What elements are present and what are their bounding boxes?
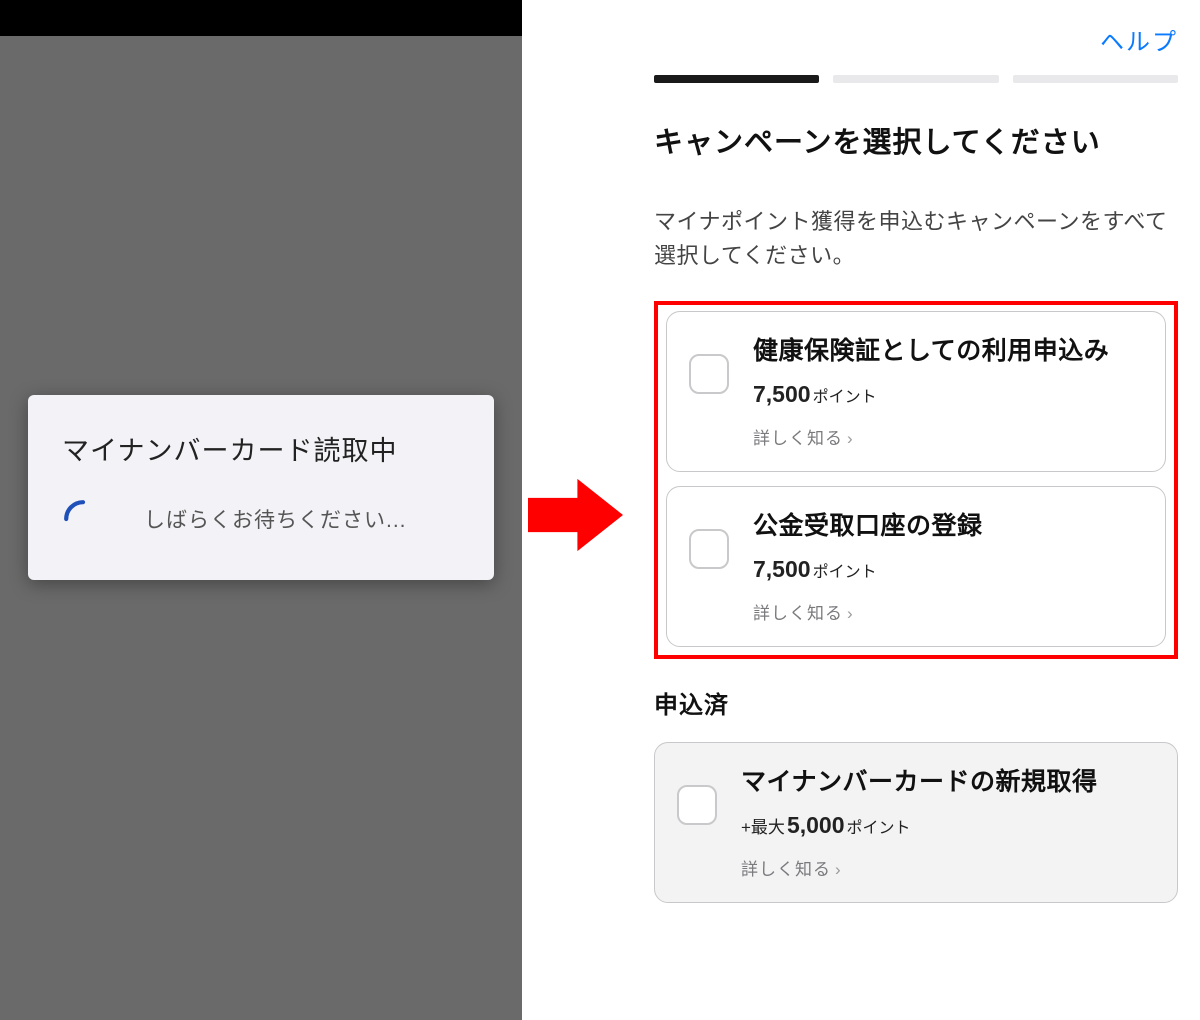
option-body: 健康保険証としての利用申込み 7,500ポイント 詳しく知る› xyxy=(753,334,1143,449)
points-value: 5,000 xyxy=(787,812,845,838)
right-screen: ヘルプ キャンペーンを選択してください マイナポイント獲得を申込むキャンペーンを… xyxy=(632,0,1200,1020)
completed-section-label: 申込済 xyxy=(654,685,1178,720)
page-title: キャンペーンを選択してください xyxy=(654,119,1178,161)
loading-row: しばらくお待ちください... xyxy=(62,498,460,540)
option-points: 7,500ポイント xyxy=(753,556,1143,583)
chevron-right-icon: › xyxy=(847,604,854,623)
option-title: 健康保険証としての利用申込み xyxy=(753,334,1143,369)
progress-step-1 xyxy=(654,75,819,83)
page-description: マイナポイント獲得を申込むキャンペーンをすべて選択してください。 xyxy=(654,205,1178,273)
progress-indicator xyxy=(654,75,1178,83)
learn-more-link[interactable]: 詳しく知る› xyxy=(741,855,1155,880)
arrow-right-icon xyxy=(525,475,625,555)
option-title: 公金受取口座の登録 xyxy=(753,509,1143,544)
help-link[interactable]: ヘルプ xyxy=(1100,22,1178,57)
option-points: 7,500ポイント xyxy=(753,381,1143,408)
option-points: +最大5,000ポイント xyxy=(741,812,1155,839)
left-screen: マイナンバーカード読取中 しばらくお待ちください... xyxy=(0,0,522,1020)
loading-subtext: しばらくお待ちください... xyxy=(144,504,407,534)
option-title: マイナンバーカードの新規取得 xyxy=(741,765,1155,800)
learn-more-link[interactable]: 詳しく知る› xyxy=(753,424,1143,449)
campaign-option-new-card[interactable]: マイナンバーカードの新規取得 +最大5,000ポイント 詳しく知る› xyxy=(654,742,1178,903)
progress-step-2 xyxy=(833,75,998,83)
checkbox[interactable] xyxy=(689,529,729,569)
learn-more-label: 詳しく知る xyxy=(753,604,843,623)
chevron-right-icon: › xyxy=(835,860,842,879)
highlighted-options: 健康保険証としての利用申込み 7,500ポイント 詳しく知る› 公金受取口座の登… xyxy=(654,301,1178,659)
progress-step-3 xyxy=(1013,75,1178,83)
campaign-option-bank-account[interactable]: 公金受取口座の登録 7,500ポイント 詳しく知る› xyxy=(666,486,1166,647)
checkbox[interactable] xyxy=(677,785,717,825)
points-value: 7,500 xyxy=(753,381,811,407)
campaign-option-health-insurance[interactable]: 健康保険証としての利用申込み 7,500ポイント 詳しく知る› xyxy=(666,311,1166,472)
header-row: ヘルプ xyxy=(654,0,1178,75)
points-prefix: +最大 xyxy=(741,818,785,837)
chevron-right-icon: › xyxy=(847,429,854,448)
checkbox[interactable] xyxy=(689,354,729,394)
points-unit: ポイント xyxy=(813,389,877,406)
learn-more-link[interactable]: 詳しく知る› xyxy=(753,599,1143,624)
option-body: マイナンバーカードの新規取得 +最大5,000ポイント 詳しく知る› xyxy=(741,765,1155,880)
learn-more-label: 詳しく知る xyxy=(753,429,843,448)
spinner-icon xyxy=(62,498,104,540)
points-value: 7,500 xyxy=(753,556,811,582)
learn-more-label: 詳しく知る xyxy=(741,860,831,879)
loading-title: マイナンバーカード読取中 xyxy=(62,429,460,468)
option-body: 公金受取口座の登録 7,500ポイント 詳しく知る› xyxy=(753,509,1143,624)
status-bar xyxy=(0,0,522,36)
loading-dialog: マイナンバーカード読取中 しばらくお待ちください... xyxy=(28,395,494,580)
points-unit: ポイント xyxy=(813,564,877,581)
points-unit: ポイント xyxy=(847,820,911,837)
